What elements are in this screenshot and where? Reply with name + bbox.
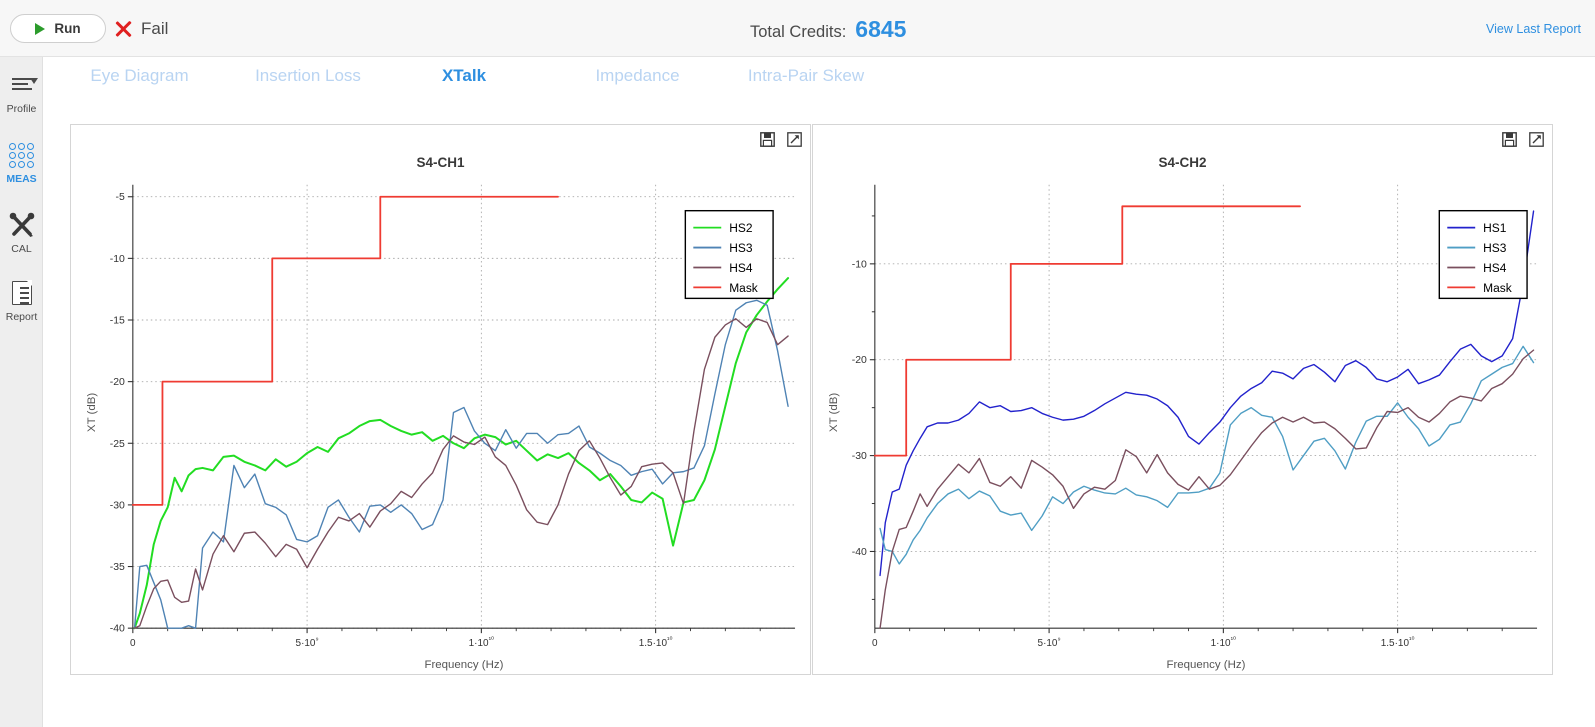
sidebar-item-cal[interactable]: CAL <box>0 209 43 255</box>
calibration-tools-icon <box>8 209 36 241</box>
svg-text:HS4: HS4 <box>1483 261 1507 275</box>
svg-text:-15: -15 <box>110 315 125 326</box>
svg-text:HS3: HS3 <box>729 241 753 255</box>
run-button-label: Run <box>54 21 81 36</box>
svg-text:-30: -30 <box>110 500 125 511</box>
svg-text:5·10⁹: 5·10⁹ <box>296 635 319 649</box>
chart-plot-s4-ch1: -5 -10 -15 -20 -25 -30 -35 -40 0 5·10⁹ 1·10¹⁰ 1.5·1… <box>86 184 796 671</box>
svg-text:HS3: HS3 <box>1483 241 1507 255</box>
tab-intra-pair-skew[interactable]: Intra-Pair Skew <box>726 57 886 95</box>
profile-menu-icon <box>11 69 38 101</box>
svg-text:-40: -40 <box>852 547 867 558</box>
svg-text:HS1: HS1 <box>1483 221 1507 235</box>
measurement-tabs: Eye Diagram Insertion Loss XTalk Impedan… <box>43 57 1595 97</box>
tab-xtalk[interactable]: XTalk <box>381 57 547 97</box>
svg-text:-20: -20 <box>852 355 867 366</box>
chart-panel-s4-ch2: S4-CH2 -10 -20 -30 -40 0 5·10⁹ 1·10¹⁰ 1.5·10¹⁰ F… <box>812 124 1553 675</box>
svg-text:5·10⁹: 5·10⁹ <box>1038 635 1061 649</box>
svg-text:-40: -40 <box>110 624 125 635</box>
total-credits: Total Credits: 6845 <box>750 16 906 43</box>
svg-text:HS2: HS2 <box>729 221 753 235</box>
svg-text:1·10¹⁰: 1·10¹⁰ <box>1211 635 1236 649</box>
sidebar-item-report[interactable]: Report <box>0 277 43 323</box>
status-label: Fail <box>141 18 169 38</box>
svg-text:-25: -25 <box>110 439 125 450</box>
svg-text:Mask: Mask <box>1483 281 1512 295</box>
chart-area: S4-CH1 -5 -10 -15 -20 -25 -30 -35 -40 0 5·10⁹ 1·10… <box>43 95 1595 727</box>
sidebar-label-report: Report <box>5 311 38 323</box>
sidebar-item-profile[interactable]: Profile <box>0 69 43 115</box>
sidebar-label-meas: MEAS <box>6 173 37 185</box>
sidebar-item-meas[interactable]: MEAS <box>0 139 43 185</box>
tab-eye-diagram[interactable]: Eye Diagram <box>73 57 206 95</box>
svg-text:-5: -5 <box>116 192 125 203</box>
svg-text:-30: -30 <box>852 451 867 462</box>
svg-text:-35: -35 <box>110 562 125 573</box>
chart-panel-s4-ch1: S4-CH1 -5 -10 -15 -20 -25 -30 -35 -40 0 5·10⁹ 1·10… <box>70 124 811 675</box>
svg-text:1.5·10¹⁰: 1.5·10¹⁰ <box>1381 635 1415 649</box>
total-credits-value: 6845 <box>855 16 907 42</box>
tab-impedance[interactable]: Impedance <box>571 57 704 95</box>
svg-text:XT (dB): XT (dB) <box>828 393 840 432</box>
svg-text:Frequency (Hz): Frequency (Hz) <box>1166 659 1245 671</box>
sidebar-label-cal: CAL <box>11 243 32 255</box>
svg-text:-10: -10 <box>110 254 125 265</box>
svg-text:Mask: Mask <box>729 281 758 295</box>
left-sidebar: Profile MEAS CAL Report <box>0 57 43 727</box>
svg-text:XT (dB): XT (dB) <box>86 393 98 432</box>
report-document-icon <box>11 277 33 309</box>
svg-text:0: 0 <box>130 638 136 649</box>
tab-insertion-loss[interactable]: Insertion Loss <box>233 57 383 95</box>
svg-text:1.5·10¹⁰: 1.5·10¹⁰ <box>639 635 673 649</box>
test-status: Fail <box>113 14 168 43</box>
svg-text:Frequency (Hz): Frequency (Hz) <box>424 659 503 671</box>
total-credits-label: Total Credits: <box>750 23 847 41</box>
play-icon <box>35 22 46 35</box>
svg-text:0: 0 <box>872 638 878 649</box>
top-toolbar: Run Fail Total Credits: 6845 View Last R… <box>0 0 1595 57</box>
fail-x-icon <box>113 19 133 39</box>
run-button[interactable]: Run <box>10 14 106 43</box>
svg-text:-10: -10 <box>852 259 867 270</box>
svg-text:1·10¹⁰: 1·10¹⁰ <box>469 635 494 649</box>
measurement-grid-icon <box>9 139 34 171</box>
svg-text:HS4: HS4 <box>729 261 753 275</box>
view-last-report-link[interactable]: View Last Report <box>1486 22 1581 36</box>
svg-text:-20: -20 <box>110 377 125 388</box>
sidebar-label-profile: Profile <box>6 103 37 115</box>
chart-plot-s4-ch2: -10 -20 -30 -40 0 5·10⁹ 1·10¹⁰ 1.5·10¹⁰ Frequenc… <box>828 184 1538 671</box>
